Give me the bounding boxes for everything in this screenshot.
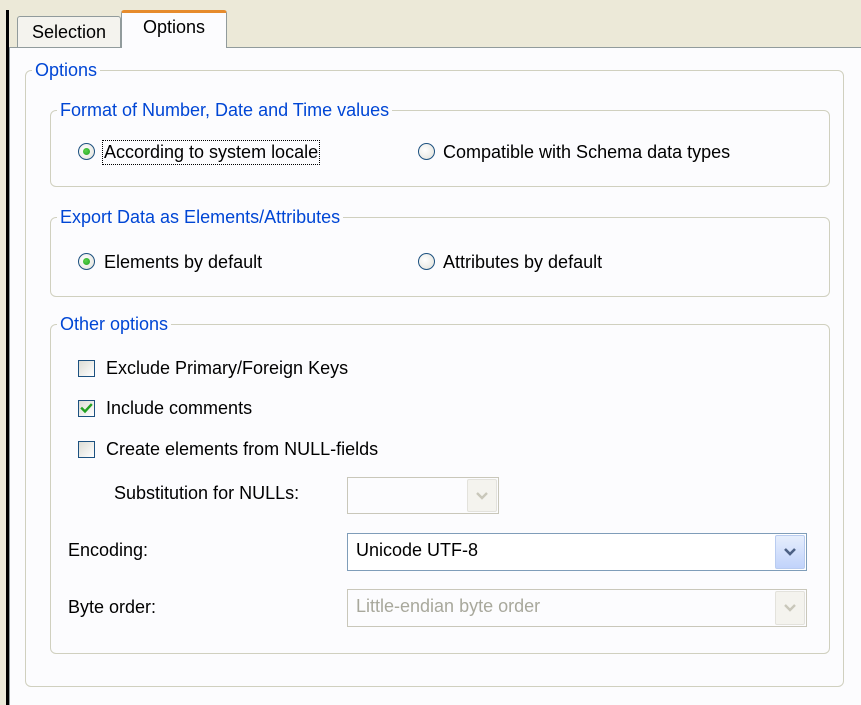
include-comments-checkbox[interactable] <box>78 400 95 417</box>
byte-order-dropdown-button[interactable] <box>775 591 805 625</box>
options-panel: Options Format of Number, Date and Time … <box>9 47 861 705</box>
checkmark-icon <box>80 403 93 414</box>
include-comments-label[interactable]: Include comments <box>106 398 252 419</box>
format-group-legend: Format of Number, Date and Time values <box>60 100 390 120</box>
radio-schema-types-label[interactable]: Compatible with Schema data types <box>443 142 730 163</box>
radio-selected-dot <box>83 148 90 155</box>
options-group-legend: Options <box>35 60 98 80</box>
radio-selected-dot <box>83 258 90 265</box>
encoding-dropdown-button[interactable] <box>775 535 805 569</box>
create-null-elements-checkbox[interactable] <box>78 441 95 458</box>
chevron-down-icon <box>784 548 796 556</box>
radio-attributes-default[interactable] <box>418 253 435 270</box>
tab-options-label: Options <box>142 17 206 37</box>
substitution-dropdown-button[interactable] <box>467 479 497 512</box>
substitution-label: Substitution for NULLs: <box>114 483 300 503</box>
encoding-combo[interactable]: Unicode UTF-8 <box>347 533 807 571</box>
chevron-down-icon <box>476 491 488 500</box>
tab-selection[interactable]: Selection <box>17 16 121 47</box>
byte-order-combo[interactable]: Little-endian byte order <box>347 589 807 627</box>
export-group-legend: Export Data as Elements/Attributes <box>60 207 341 227</box>
tab-options[interactable]: Options <box>121 10 227 48</box>
radio-elements-default[interactable] <box>78 253 95 270</box>
chevron-down-icon <box>784 604 796 612</box>
encoding-value: Unicode UTF-8 <box>356 540 479 560</box>
create-null-elements-label[interactable]: Create elements from NULL-fields <box>106 439 378 460</box>
byte-order-label: Byte order: <box>68 597 157 617</box>
encoding-label: Encoding: <box>68 540 149 560</box>
radio-system-locale[interactable] <box>78 143 95 160</box>
radio-schema-types[interactable] <box>418 143 435 160</box>
exclude-keys-label[interactable]: Exclude Primary/Foreign Keys <box>106 358 348 379</box>
radio-elements-default-label[interactable]: Elements by default <box>104 252 262 273</box>
exclude-keys-checkbox[interactable] <box>78 360 95 377</box>
radio-attributes-default-label[interactable]: Attributes by default <box>443 252 602 273</box>
substitution-combo[interactable] <box>347 477 499 514</box>
radio-system-locale-label[interactable]: According to system locale <box>101 140 321 165</box>
tab-selection-label: Selection <box>31 21 107 42</box>
byte-order-value: Little-endian byte order <box>356 596 541 616</box>
other-options-group-legend: Other options <box>60 314 169 334</box>
